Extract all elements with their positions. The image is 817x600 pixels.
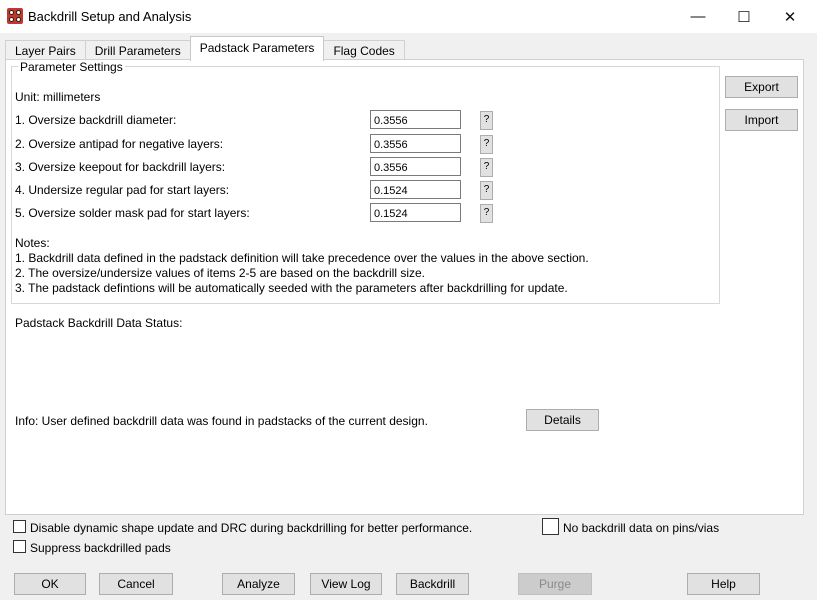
tab-flag-codes[interactable]: Flag Codes: [323, 40, 405, 61]
backdrill-diameter-input[interactable]: [370, 110, 461, 129]
param-label-solder-mask: 5. Oversize solder mask pad for start la…: [15, 206, 250, 220]
minimize-icon: —: [690, 8, 706, 25]
param-label-antipad: 2. Oversize antipad for negative layers:: [15, 137, 224, 151]
minimize-button[interactable]: —: [675, 0, 721, 33]
view-log-button[interactable]: View Log: [310, 573, 382, 595]
keepout-help-button[interactable]: ?: [480, 158, 493, 177]
regular-pad-input[interactable]: [370, 180, 461, 199]
purge-button[interactable]: Purge: [518, 573, 592, 595]
tab-drill-parameters[interactable]: Drill Parameters: [84, 40, 191, 61]
export-button[interactable]: Export: [725, 76, 798, 98]
help-button[interactable]: Help: [687, 573, 760, 595]
close-button[interactable]: ✕: [767, 0, 813, 33]
disable-dynamic-label: Disable dynamic shape update and DRC dur…: [30, 521, 473, 535]
notes-title: Notes:: [15, 236, 50, 250]
cancel-button[interactable]: Cancel: [99, 573, 173, 595]
disable-dynamic-checkbox[interactable]: [13, 520, 26, 533]
import-button[interactable]: Import: [725, 109, 798, 131]
note-text: 3. The padstack defintions will be autom…: [15, 281, 568, 295]
antipad-help-button[interactable]: ?: [480, 135, 493, 154]
solder-mask-help-button[interactable]: ?: [480, 204, 493, 223]
title-bar: Backdrill Setup and Analysis — ☐ ✕: [0, 0, 817, 33]
parameter-settings-title: Parameter Settings: [18, 60, 125, 74]
param-label-regular-pad: 4. Undersize regular pad for start layer…: [15, 183, 230, 197]
window-title: Backdrill Setup and Analysis: [28, 9, 192, 24]
analyze-button[interactable]: Analyze: [222, 573, 295, 595]
solder-mask-input[interactable]: [370, 203, 461, 222]
tab-bar: Layer Pairs Drill Parameters Padstack Pa…: [5, 36, 405, 61]
ok-button[interactable]: OK: [14, 573, 86, 595]
note-text: 2. The oversize/undersize values of item…: [15, 266, 425, 280]
maximize-icon: ☐: [737, 8, 751, 26]
no-backdrill-checkbox[interactable]: [542, 518, 559, 535]
status-info-text: Info: User defined backdrill data was fo…: [15, 414, 428, 428]
close-icon: ✕: [783, 8, 797, 26]
no-backdrill-label: No backdrill data on pins/vias: [563, 521, 720, 535]
param-label-backdrill-diameter: 1. Oversize backdrill diameter:: [15, 113, 177, 127]
suppress-pads-checkbox[interactable]: [13, 540, 26, 553]
regular-pad-help-button[interactable]: ?: [480, 181, 493, 200]
antipad-input[interactable]: [370, 134, 461, 153]
param-label-keepout: 3. Oversize keepout for backdrill layers…: [15, 160, 226, 174]
maximize-button[interactable]: ☐: [721, 0, 767, 33]
suppress-pads-label: Suppress backdrilled pads: [30, 541, 171, 555]
backdrill-diameter-help-button[interactable]: ?: [480, 111, 493, 130]
note-text: 1. Backdrill data defined in the padstac…: [15, 251, 589, 265]
details-button[interactable]: Details: [526, 409, 599, 431]
status-title: Padstack Backdrill Data Status:: [15, 316, 183, 330]
unit-label: Unit: millimeters: [15, 90, 101, 104]
tab-padstack-parameters[interactable]: Padstack Parameters: [189, 36, 325, 61]
keepout-input[interactable]: [370, 157, 461, 176]
backdrill-button[interactable]: Backdrill: [396, 573, 469, 595]
app-icon: [7, 8, 23, 24]
tab-layer-pairs[interactable]: Layer Pairs: [5, 40, 86, 61]
